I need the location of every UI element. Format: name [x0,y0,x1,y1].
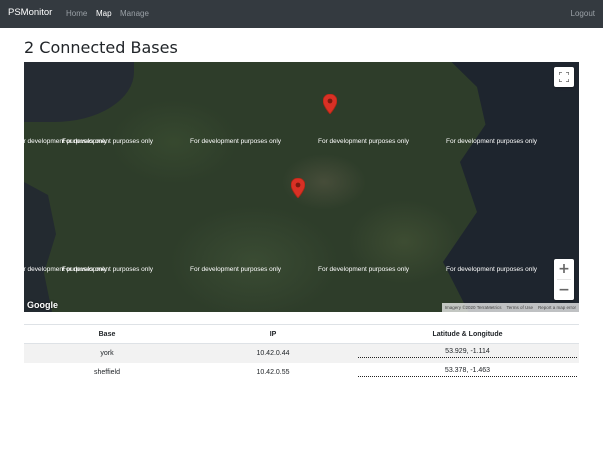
navbar: PSMonitor Home Map Manage Logout [0,0,603,28]
terms-of-use-link[interactable]: Terms of Use [506,305,533,310]
zoom-in-button[interactable]: + [554,259,574,279]
latlng-value: 53.378, -1.463 [358,367,577,377]
latlng-cell: 53.929, -1.114 [356,343,579,363]
dev-watermark: For development purposes only [446,138,538,145]
ip-cell: 10.42.0.44 [190,343,356,363]
base-name-cell[interactable]: york [24,343,190,363]
dev-watermark: For development purposes only [190,138,282,145]
latlng-cell: 53.378, -1.463 [356,363,579,382]
bases-table: Base IP Latitude & Longitude york 10.42.… [24,324,579,382]
zoom-control: + − [554,259,574,300]
table-header-row: Base IP Latitude & Longitude [24,324,579,344]
google-logo: Google [27,300,58,310]
map-marker-york[interactable] [323,94,337,114]
logout-link[interactable]: Logout [571,9,595,18]
map-view[interactable]: For development purposes only For develo… [24,62,579,312]
fullscreen-icon [559,72,569,82]
dev-watermark: For development purposes only [446,266,538,273]
dev-watermark: For development purposes only [318,266,410,273]
base-name-cell[interactable]: sheffield [24,363,190,382]
map-marker-sheffield[interactable] [291,178,305,198]
latlng-value: 53.929, -1.114 [358,348,577,359]
column-header-latlng: Latitude & Longitude [356,324,579,344]
column-header-base: Base [24,324,190,344]
table-row[interactable]: york 10.42.0.44 53.929, -1.114 [24,343,579,363]
table-row[interactable]: sheffield 10.42.0.55 53.378, -1.463 [24,363,579,382]
zoom-out-button[interactable]: − [554,280,574,300]
map-attribution: Imagery ©2020 TerraMetrics Terms of Use … [441,303,579,312]
page-title: 2 Connected Bases [24,38,178,57]
fullscreen-button[interactable] [554,67,574,87]
dev-watermark: For development purposes only [62,266,154,273]
dev-watermark: For development purposes only [62,138,154,145]
dev-watermark: For development purposes only [318,138,410,145]
map-sea-region [24,62,134,122]
imagery-credit: Imagery ©2020 TerraMetrics [444,305,502,310]
brand-logo[interactable]: PSMonitor [8,7,52,18]
map-sea-region [24,182,56,312]
column-header-ip: IP [190,324,356,344]
dev-watermark: For development purposes only [190,266,282,273]
nav-link-home[interactable]: Home [66,9,87,18]
ip-cell: 10.42.0.55 [256,368,290,376]
nav-link-map[interactable]: Map [96,9,112,18]
report-map-error-link[interactable]: Report a map error [538,305,576,310]
nav-link-manage[interactable]: Manage [120,9,149,18]
